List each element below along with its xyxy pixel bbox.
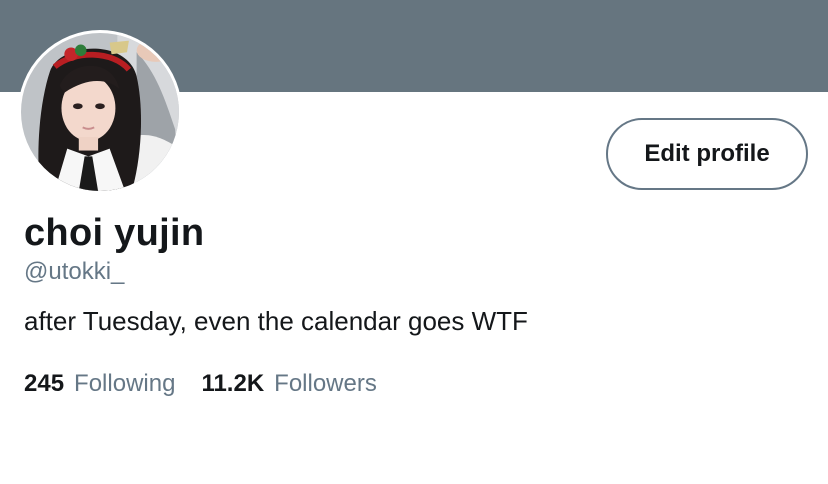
user-handle: @utokki_ bbox=[24, 258, 125, 285]
following-link[interactable]: 245 Following bbox=[24, 370, 175, 398]
avatar[interactable] bbox=[18, 30, 182, 194]
followers-link[interactable]: 11.2K Followers bbox=[201, 370, 376, 398]
display-name: choi yujin bbox=[24, 212, 205, 254]
following-label: Following bbox=[74, 370, 176, 397]
profile-stats: 245 Following 11.2K Followers bbox=[24, 370, 377, 398]
avatar-photo bbox=[21, 33, 179, 191]
profile-bio: after Tuesday, even the calendar goes WT… bbox=[24, 306, 528, 336]
edit-profile-button[interactable]: Edit profile bbox=[606, 118, 808, 190]
followers-label: Followers bbox=[274, 370, 377, 397]
following-count: 245 bbox=[24, 370, 65, 397]
followers-count: 11.2K bbox=[201, 370, 265, 397]
profile-page: Edit profile choi yujin @utokki_ after T… bbox=[0, 0, 828, 484]
